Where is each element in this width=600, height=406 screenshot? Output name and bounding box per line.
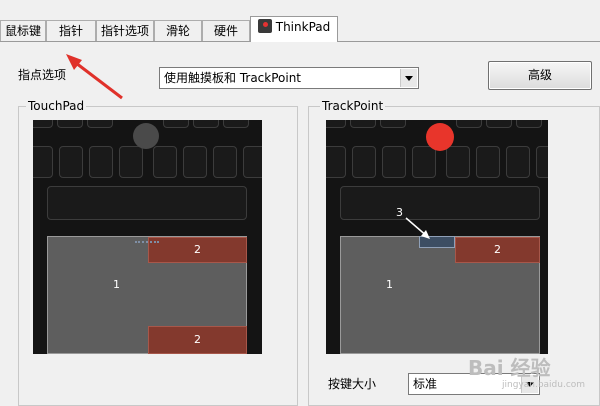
watermark: Bai 经验 bbox=[468, 356, 551, 380]
thinkpad-icon bbox=[257, 19, 272, 33]
tab-label: ThinkPad bbox=[275, 20, 331, 34]
red-annotation-arrow bbox=[66, 54, 123, 100]
watermark-subtitle: jingyan.baidu.com bbox=[502, 380, 586, 390]
tab-thinkpad[interactable]: ThinkPad bbox=[250, 16, 338, 42]
